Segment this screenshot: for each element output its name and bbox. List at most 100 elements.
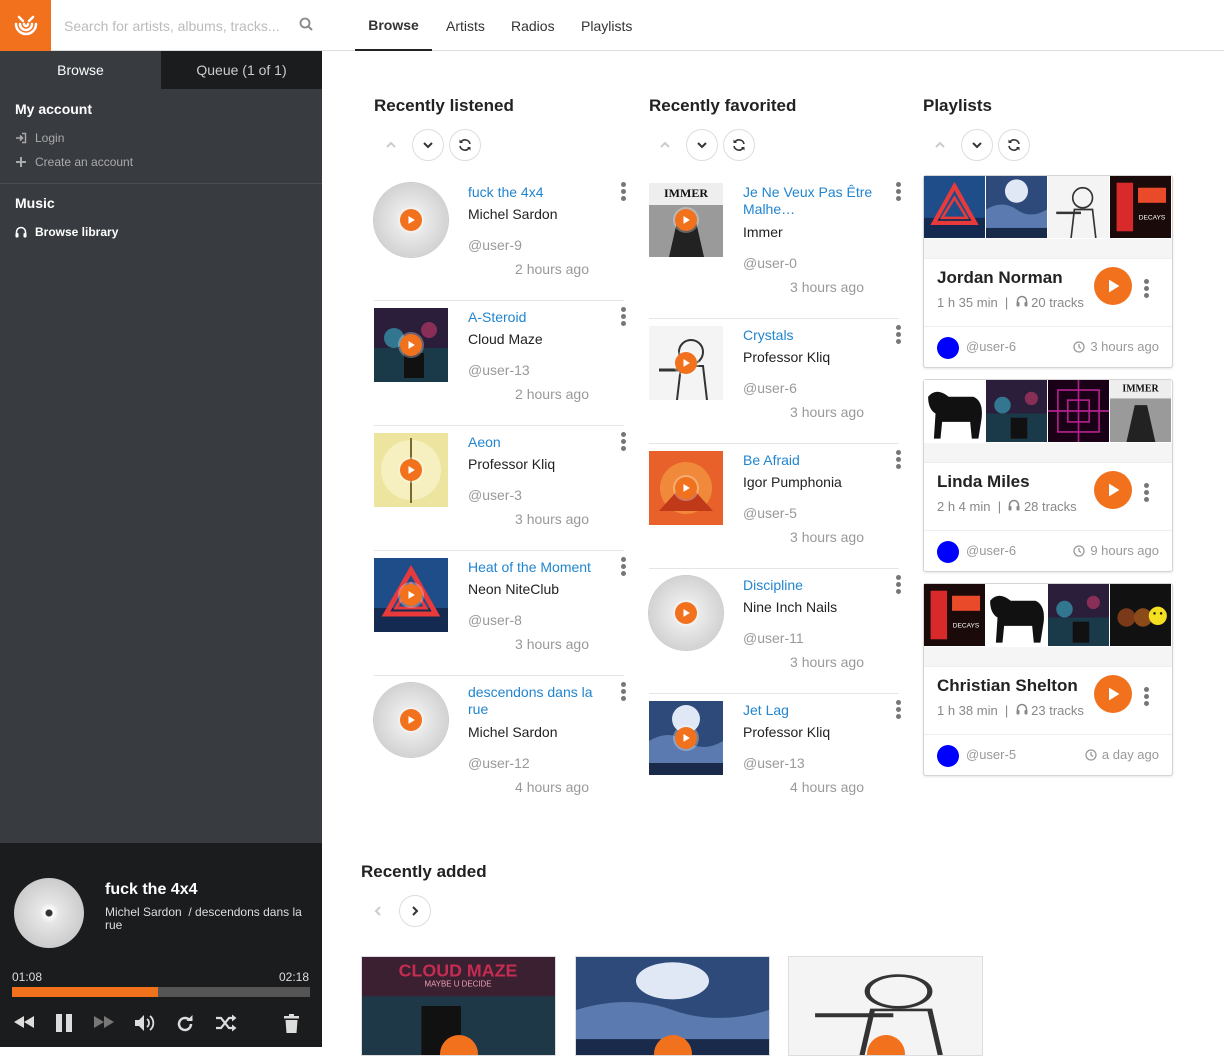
forward-icon[interactable] — [93, 1014, 115, 1035]
track-title[interactable]: Discipline — [743, 577, 878, 594]
tab-playlists[interactable]: Playlists — [581, 0, 632, 51]
track-title[interactable]: Je Ne Veux Pas Être Malhe… — [743, 184, 878, 218]
more-icon[interactable] — [1144, 279, 1149, 300]
backward-icon[interactable] — [13, 1014, 35, 1035]
track-artist[interactable]: Professor Kliq — [468, 456, 555, 472]
playlists-refresh-icon[interactable] — [998, 129, 1030, 161]
track-card[interactable]: IMMER Je Ne Veux Pas Être Malhe… Immer @use… — [649, 176, 901, 319]
search-icon[interactable] — [299, 17, 313, 36]
play-icon[interactable] — [400, 459, 422, 481]
more-icon[interactable] — [896, 325, 906, 347]
playlist-name[interactable]: Linda Miles — [937, 472, 1030, 492]
playlist-name[interactable]: Christian Shelton — [937, 676, 1078, 696]
more-icon[interactable] — [621, 307, 631, 329]
play-icon[interactable] — [675, 209, 697, 231]
playlist-user[interactable]: @user-5 — [966, 747, 1016, 762]
track-title[interactable]: Crystals — [743, 327, 878, 344]
volume-icon[interactable] — [134, 1014, 156, 1037]
track-user[interactable]: @user-9 — [468, 237, 522, 253]
more-icon[interactable] — [621, 432, 631, 454]
track-artist[interactable]: Cloud Maze — [468, 331, 543, 347]
browse-library-link[interactable]: Browse library — [15, 220, 322, 244]
track-user[interactable]: @user-13 — [743, 755, 805, 771]
tab-artists[interactable]: Artists — [446, 0, 485, 51]
play-icon[interactable] — [675, 477, 697, 499]
album-card[interactable]: CLOUD MAZE MAYBE U DECIDE — [361, 956, 556, 1056]
track-user[interactable]: @user-0 — [743, 255, 797, 271]
track-title[interactable]: Jet Lag — [743, 702, 878, 719]
tab-browse-main[interactable]: Browse — [355, 0, 432, 51]
track-title[interactable]: Heat of the Moment — [468, 559, 603, 576]
track-artist[interactable]: Professor Kliq — [743, 349, 830, 365]
avatar[interactable] — [937, 541, 959, 563]
more-icon[interactable] — [896, 182, 906, 204]
more-icon[interactable] — [896, 575, 906, 597]
favorited-chevron-down-icon[interactable] — [686, 129, 718, 161]
playlist-card[interactable]: IMMER Linda Miles 2 h 4 min | 28 tracks @us… — [923, 379, 1173, 572]
avatar[interactable] — [937, 337, 959, 359]
track-user[interactable]: @user-3 — [468, 487, 522, 503]
track-artist[interactable]: Michel Sardon — [468, 724, 558, 740]
playlist-user[interactable]: @user-6 — [966, 339, 1016, 354]
play-icon[interactable] — [675, 727, 697, 749]
favorited-chevron-up-icon[interactable] — [649, 129, 681, 161]
track-user[interactable]: @user-8 — [468, 612, 522, 628]
track-artist[interactable]: Immer — [743, 224, 783, 240]
more-icon[interactable] — [621, 557, 631, 579]
player-track-title[interactable]: fuck the 4x4 — [105, 881, 197, 899]
logo-icon[interactable] — [0, 0, 51, 51]
create-account-link[interactable]: Create an account — [15, 150, 322, 174]
playlist-card[interactable]: DECAYS Christian Shelton 1 h 38 min | 23 t… — [923, 583, 1173, 776]
more-icon[interactable] — [896, 700, 906, 722]
track-card[interactable]: Discipline Nine Inch Nails @user-11 3 hours… — [649, 569, 901, 694]
track-user[interactable]: @user-12 — [468, 755, 530, 771]
play-icon[interactable] — [400, 709, 422, 731]
track-title[interactable]: Be Afraid — [743, 452, 878, 469]
track-user[interactable]: @user-11 — [743, 630, 804, 646]
track-artist[interactable]: Neon NiteClub — [468, 581, 559, 597]
track-card[interactable]: Crystals Professor Kliq @user-6 3 hours ago — [649, 319, 901, 444]
track-user[interactable]: @user-6 — [743, 380, 797, 396]
track-title[interactable]: A-Steroid — [468, 309, 603, 326]
track-card[interactable]: Jet Lag Professor Kliq @user-13 4 hours ago — [649, 694, 901, 819]
album-card[interactable] — [575, 956, 770, 1056]
track-card[interactable]: fuck the 4x4 Michel Sardon @user-9 2 hours … — [374, 176, 626, 301]
more-icon[interactable] — [621, 682, 631, 704]
track-artist[interactable]: Igor Pumphonia — [743, 474, 842, 490]
track-artist[interactable]: Michel Sardon — [468, 206, 558, 222]
playlist-card[interactable]: DECAYS Jordan Norman 1 h 35 min | 20 track… — [923, 175, 1173, 368]
player-progress-bar[interactable] — [12, 987, 310, 997]
favorited-refresh-icon[interactable] — [723, 129, 755, 161]
track-card[interactable]: Be Afraid Igor Pumphonia @user-5 3 hours ag… — [649, 444, 901, 569]
trash-icon[interactable] — [283, 1014, 300, 1038]
play-icon[interactable] — [400, 334, 422, 356]
play-icon[interactable] — [400, 584, 422, 606]
play-icon[interactable] — [1094, 267, 1132, 305]
play-icon[interactable] — [675, 352, 697, 374]
track-card[interactable]: descendons dans la rue Michel Sardon @user… — [374, 676, 626, 819]
track-title[interactable]: descendons dans la rue — [468, 684, 603, 718]
login-link[interactable]: Login — [15, 126, 322, 150]
play-icon[interactable] — [1094, 471, 1132, 509]
track-card[interactable]: Heat of the Moment Neon NiteClub @user-8 3 … — [374, 551, 626, 676]
chevron-left-icon[interactable] — [362, 895, 394, 927]
tab-browse[interactable]: Browse — [0, 51, 161, 89]
track-user[interactable]: @user-13 — [468, 362, 530, 378]
play-icon[interactable] — [1094, 675, 1132, 713]
album-card[interactable] — [788, 956, 983, 1056]
play-icon[interactable] — [675, 602, 697, 624]
playlist-name[interactable]: Jordan Norman — [937, 268, 1063, 288]
more-icon[interactable] — [1144, 483, 1149, 504]
avatar[interactable] — [937, 745, 959, 767]
playlists-chevron-up-icon[interactable] — [924, 129, 956, 161]
track-title[interactable]: Aeon — [468, 434, 603, 451]
track-card[interactable]: A-Steroid Cloud Maze @user-13 2 hours ago — [374, 301, 626, 426]
track-user[interactable]: @user-5 — [743, 505, 797, 521]
track-title[interactable]: fuck the 4x4 — [468, 184, 603, 201]
more-icon[interactable] — [621, 182, 631, 204]
track-artist[interactable]: Nine Inch Nails — [743, 599, 837, 615]
play-icon[interactable] — [400, 209, 422, 231]
shuffle-icon[interactable] — [215, 1014, 237, 1037]
pause-icon[interactable] — [55, 1014, 73, 1037]
search-input[interactable] — [51, 0, 281, 51]
